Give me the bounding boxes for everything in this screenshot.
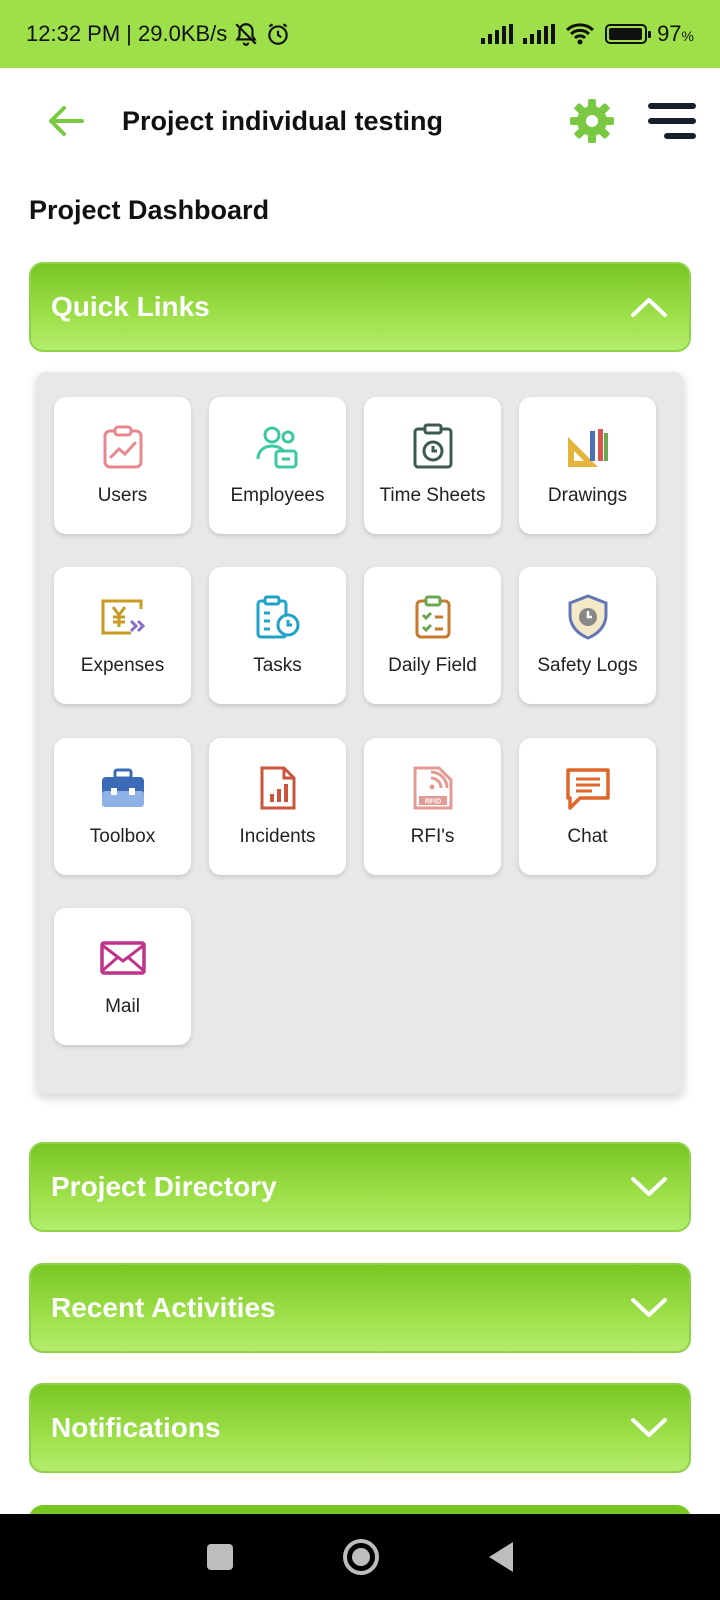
recent-apps-icon[interactable]	[207, 1544, 233, 1570]
employees-icon	[256, 426, 297, 469]
quick-link-mail[interactable]: Mail	[54, 908, 191, 1045]
quick-link-label: Incidents	[239, 826, 316, 847]
notifications-header[interactable]: Notifications	[29, 1383, 691, 1473]
safety-shield-icon	[568, 594, 607, 640]
quick-link-time-sheets[interactable]: Time Sheets	[364, 397, 501, 534]
hamburger-menu-icon[interactable]	[646, 99, 696, 143]
home-icon[interactable]	[343, 1539, 379, 1575]
quick-link-label: Mail	[105, 996, 140, 1017]
quick-link-toolbox[interactable]: Toolbox	[54, 738, 191, 875]
quick-link-safety-logs[interactable]: Safety Logs	[519, 567, 656, 704]
chevron-down-icon	[631, 1418, 667, 1437]
timesheet-icon	[413, 423, 452, 469]
quick-link-label: Drawings	[547, 485, 628, 506]
quick-link-label: Employees	[230, 485, 325, 506]
tasks-icon	[256, 595, 299, 639]
quick-link-daily-field[interactable]: Daily Field	[364, 567, 501, 704]
gear-icon[interactable]	[568, 97, 616, 145]
incidents-report-icon	[260, 766, 295, 810]
svg-text:RFID: RFID	[424, 799, 440, 806]
mail-icon	[99, 941, 146, 975]
section-label: Notifications	[51, 1412, 221, 1443]
section-label: Project Directory	[51, 1171, 277, 1202]
wifi-icon	[566, 23, 595, 45]
quick-links-header[interactable]: Quick Links	[29, 262, 691, 352]
quick-link-employees[interactable]: Employees	[209, 397, 346, 534]
signal-icon	[481, 24, 514, 44]
quick-link-label: Time Sheets	[379, 485, 486, 506]
app-bar: Project individual testing	[0, 68, 720, 174]
status-network-speed: | 29.0KB/s	[126, 21, 228, 46]
drawings-icon	[567, 429, 608, 467]
battery-percent: 97%	[657, 21, 694, 46]
project-directory-header[interactable]: Project Directory	[29, 1142, 691, 1232]
quick-link-tasks[interactable]: Tasks	[209, 567, 346, 704]
expenses-icon	[101, 599, 145, 635]
quick-link-label: Chat	[567, 826, 608, 847]
quick-link-label: Safety Logs	[537, 655, 638, 676]
bell-muted-icon	[235, 23, 257, 46]
page-title: Project individual testing	[122, 105, 444, 136]
chevron-down-icon	[631, 1298, 667, 1317]
quick-link-label: Users	[97, 485, 148, 506]
chevron-down-icon	[631, 1177, 667, 1196]
quick-link-label: RFI's	[410, 826, 455, 847]
back-icon[interactable]	[489, 1542, 513, 1572]
section-label: Recent Activities	[51, 1292, 276, 1323]
signal-icon-2	[523, 24, 556, 44]
back-arrow-icon[interactable]	[44, 99, 88, 143]
quick-links-panel: Users Employees Time Sheets Drawings Exp…	[36, 372, 684, 1094]
daily-field-icon	[415, 595, 450, 639]
quick-links-label: Quick Links	[51, 291, 210, 322]
quick-link-label: Toolbox	[89, 826, 156, 847]
toolbox-icon	[101, 768, 144, 807]
quick-link-chat[interactable]: Chat	[519, 738, 656, 875]
status-time: 12:32 PM	[26, 21, 121, 46]
quick-link-label: Daily Field	[388, 655, 477, 676]
system-nav-bar	[0, 1514, 720, 1600]
status-bar: 12:32 PM | 29.0KB/s 97%	[0, 0, 720, 68]
chat-icon	[565, 768, 610, 810]
rfi-icon: RFID	[413, 766, 452, 810]
battery-icon	[605, 24, 652, 44]
quick-link-expenses[interactable]: Expenses	[54, 567, 191, 704]
quick-link-incidents[interactable]: Incidents	[209, 738, 346, 875]
quick-link-rfis[interactable]: RFID RFI's	[364, 738, 501, 875]
quick-link-users[interactable]: Users	[54, 397, 191, 534]
recent-activities-header[interactable]: Recent Activities	[29, 1263, 691, 1353]
quick-link-label: Tasks	[253, 655, 302, 676]
quick-link-drawings[interactable]: Drawings	[519, 397, 656, 534]
quick-link-label: Expenses	[80, 655, 165, 676]
chevron-up-icon	[631, 298, 667, 317]
users-clipboard-icon	[103, 425, 142, 469]
dashboard-title: Project Dashboard	[29, 195, 270, 225]
alarm-clock-icon	[268, 23, 289, 45]
